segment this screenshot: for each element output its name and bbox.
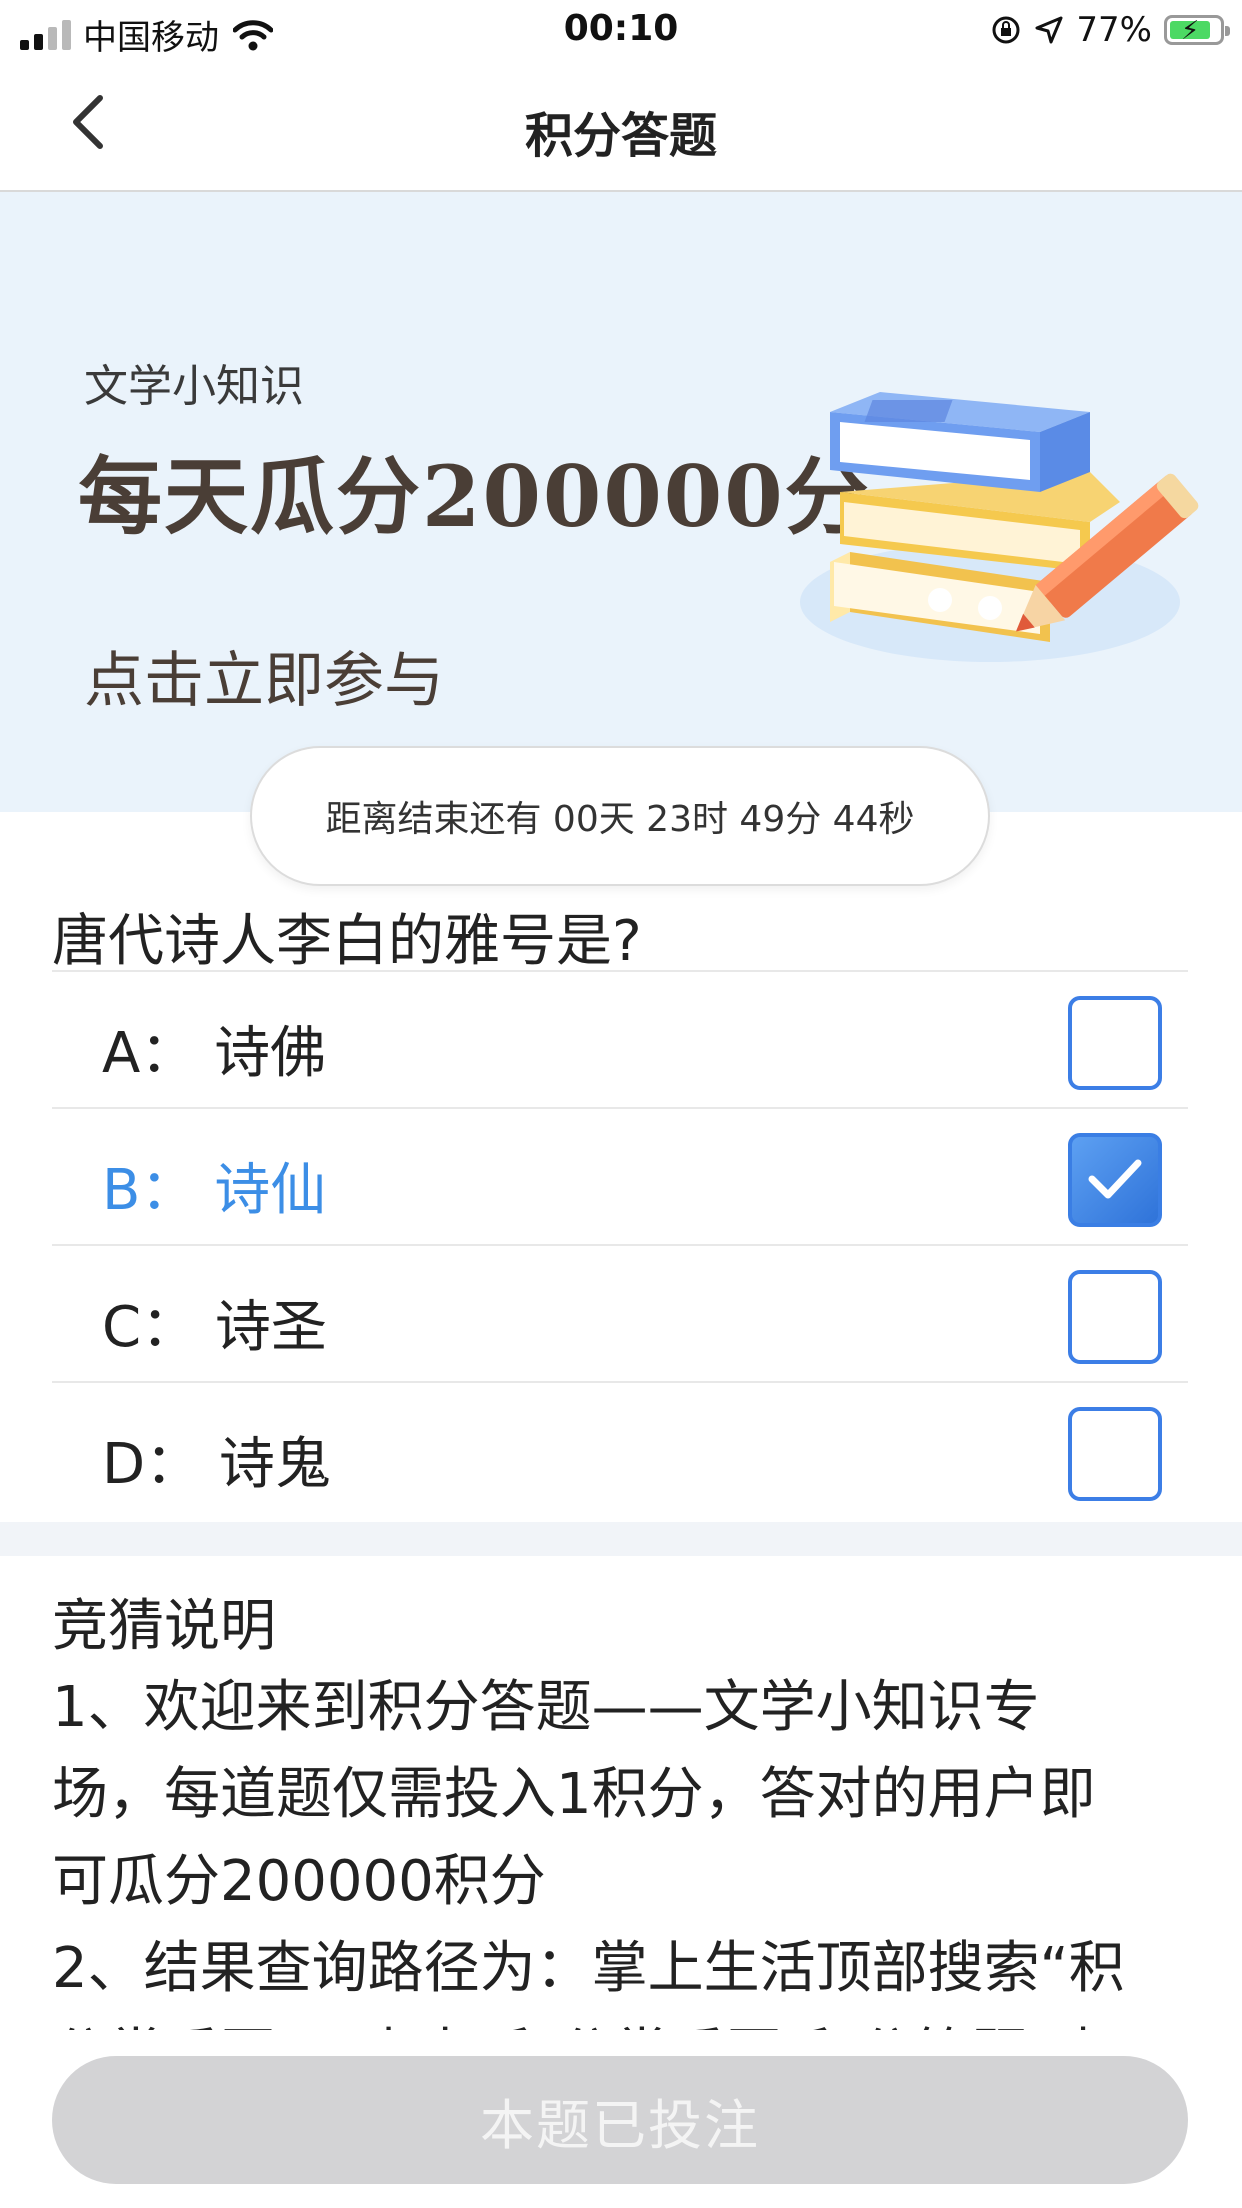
option-checkbox[interactable] (1068, 996, 1162, 1090)
option-label: A： 诗佛 (102, 1021, 327, 1086)
rules-line: 场，每道题仅需投入1积分，答对的用户即 (52, 1762, 1096, 1827)
books-pencil-illustration (800, 392, 1199, 662)
banner-subtitle: 文学小知识 (84, 361, 304, 412)
submit-bet-button[interactable]: 本题已投注 (52, 2056, 1188, 2184)
option-c[interactable]: C： 诗圣 (52, 1244, 1188, 1381)
rules-line: 可瓜分200000积分 (52, 1849, 546, 1914)
option-b[interactable]: B： 诗仙 (52, 1107, 1188, 1244)
rules-line: 2、结果查询路径为：掌上生活顶部搜索“积 (52, 1936, 1125, 2001)
rules-section: 竞猜说明 1、欢迎来到积分答题——文学小知识专 场，每道题仅需投入1积分，答对的… (52, 1590, 1192, 2030)
status-bar: 中国移动 00:10 77% ⚡ (0, 0, 1242, 62)
status-right: 77% ⚡ (990, 10, 1230, 50)
question-text: 唐代诗人李白的雅号是? (52, 909, 642, 974)
promo-banner[interactable]: 文学小知识 每天瓜分200000分 点击立即参与 (0, 192, 1242, 812)
option-d[interactable]: D： 诗鬼 (52, 1381, 1188, 1518)
location-icon (1035, 16, 1063, 44)
option-checkbox[interactable] (1068, 1407, 1162, 1501)
option-label: C： 诗圣 (102, 1295, 327, 1360)
option-a[interactable]: A： 诗佛 (52, 970, 1188, 1107)
rules-line: 分掌乐园”，点击“积分掌乐园-积分答题”查 (52, 2012, 1192, 2030)
banner-cta[interactable]: 点击立即参与 (84, 632, 444, 719)
option-label: B： 诗仙 (102, 1158, 327, 1223)
banner-headline: 每天瓜分200000分 (78, 447, 871, 546)
nav-bar: 积分答题 (0, 62, 1242, 192)
rules-title: 竞猜说明 (52, 1594, 276, 1659)
orientation-lock-icon (992, 16, 1020, 44)
answer-options: A： 诗佛 B： 诗仙 C： 诗圣 D： 诗鬼 (52, 970, 1188, 1518)
battery-charging-icon: ⚡ (1164, 15, 1230, 46)
rules-line: 1、欢迎来到积分答题——文学小知识专 (52, 1675, 1040, 1740)
option-checkbox[interactable] (1068, 1270, 1162, 1364)
battery-percent: 77% (1076, 10, 1152, 50)
option-label: D： 诗鬼 (102, 1432, 331, 1497)
page-title: 积分答题 (524, 108, 717, 164)
checkmark-icon (1088, 1159, 1142, 1199)
option-checkbox[interactable] (1068, 1133, 1162, 1227)
section-divider (0, 1522, 1242, 1556)
countdown-timer: 距离结束还有 00天 23时 49分 44秒 (250, 746, 990, 886)
